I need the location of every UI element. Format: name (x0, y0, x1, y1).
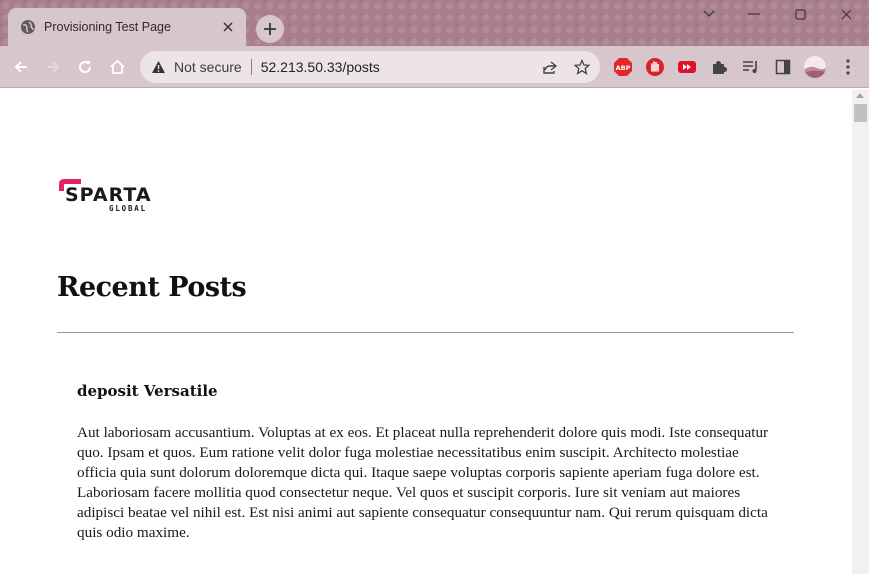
svg-text:ABP: ABP (616, 64, 631, 72)
maximize-button[interactable] (777, 3, 823, 25)
adblock-plus-icon[interactable]: ABP (613, 57, 633, 77)
reload-button[interactable] (71, 53, 99, 81)
browser-tab[interactable]: Provisioning Test Page (8, 8, 246, 46)
tab-close-icon[interactable] (220, 19, 236, 35)
logo-wordmark: SPARTA (65, 184, 152, 206)
share-icon[interactable] (540, 57, 560, 77)
profile-avatar[interactable] (803, 55, 827, 79)
warning-icon[interactable] (150, 59, 166, 75)
youtube-skip-icon[interactable] (677, 57, 697, 77)
bookmark-star-icon[interactable] (572, 57, 592, 77)
forward-button[interactable] (39, 53, 67, 81)
kebab-menu-icon[interactable] (838, 57, 858, 77)
page-viewport: SPARTA GLOBAL Recent Posts deposit Versa… (0, 89, 852, 574)
media-queue-icon[interactable] (741, 57, 761, 77)
post-title: deposit Versatile (77, 382, 218, 400)
close-window-button[interactable] (823, 3, 869, 25)
back-button[interactable] (7, 53, 35, 81)
home-button[interactable] (103, 53, 131, 81)
stop-hand-icon[interactable] (645, 57, 665, 77)
home-icon (109, 59, 125, 74)
scroll-up-arrow-icon[interactable] (856, 93, 864, 98)
new-tab-button[interactable] (256, 15, 284, 43)
tab-search-chevron-icon[interactable] (686, 3, 732, 25)
arrow-right-icon (47, 61, 60, 73)
sparta-global-logo[interactable]: SPARTA GLOBAL (57, 177, 167, 217)
minimize-button[interactable] (731, 3, 777, 25)
browser-title-bar: Provisioning Test Page (0, 0, 869, 46)
tab-title: Provisioning Test Page (44, 20, 171, 34)
side-panel-icon[interactable] (773, 57, 793, 77)
plus-icon (264, 23, 276, 35)
title-divider (57, 332, 794, 333)
arrow-left-icon (14, 61, 27, 73)
globe-icon (20, 19, 36, 35)
post-body: Aut laboriosam accusantium. Voluptas at … (77, 424, 769, 541)
logo-subtext: GLOBAL (109, 204, 147, 213)
page-title: Recent Posts (57, 272, 247, 303)
address-bar[interactable]: Not secure 52.213.50.33/posts (140, 51, 600, 83)
puzzle-extensions-icon[interactable] (709, 57, 729, 77)
vertical-scrollbar[interactable] (852, 89, 869, 574)
omnibox-divider (250, 59, 252, 75)
reload-icon (79, 61, 92, 74)
url-text[interactable]: 52.213.50.33/posts (261, 59, 380, 75)
browser-toolbar: Not secure 52.213.50.33/posts ABP (0, 46, 869, 88)
scroll-thumb[interactable] (854, 104, 867, 122)
security-status[interactable]: Not secure (174, 59, 242, 75)
